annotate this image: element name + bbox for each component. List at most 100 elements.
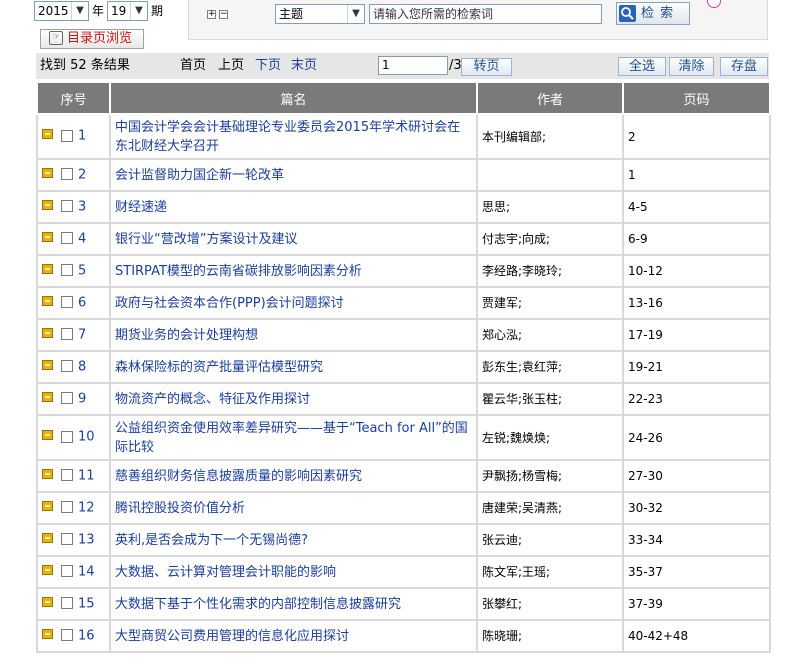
prev-page-link[interactable]: 上页 xyxy=(218,58,244,74)
page-number-input[interactable]: 1 xyxy=(378,56,448,75)
article-title-link[interactable]: STIRPAT模型的云南省碳排放影响因素分析 xyxy=(115,264,362,279)
article-title-link[interactable]: 慈善组织财务信息披露质量的影响因素研究 xyxy=(115,469,362,484)
last-page-link[interactable]: 末页 xyxy=(291,58,317,74)
book-icon[interactable] xyxy=(42,359,53,370)
row-number[interactable]: 6 xyxy=(78,295,86,310)
article-title-link[interactable]: 大数据下基于个性化需求的内部控制信息披露研究 xyxy=(115,597,401,612)
row-checkbox[interactable] xyxy=(61,264,73,277)
row-number[interactable]: 7 xyxy=(78,327,86,342)
row-number[interactable]: 12 xyxy=(78,500,95,515)
go-page-button[interactable]: 转页 xyxy=(461,58,512,76)
book-icon[interactable] xyxy=(42,199,53,210)
search-button[interactable]: 检 索 xyxy=(616,2,690,25)
book-icon[interactable] xyxy=(42,295,53,306)
row-checkbox[interactable] xyxy=(61,129,73,142)
row-number[interactable]: 4 xyxy=(78,231,86,246)
row-number[interactable]: 3 xyxy=(78,199,86,214)
book-icon[interactable] xyxy=(42,468,53,479)
row-number[interactable]: 9 xyxy=(78,391,86,406)
first-page-link[interactable]: 首页 xyxy=(180,58,206,74)
row-number-cell: 11 xyxy=(36,459,111,493)
book-icon[interactable] xyxy=(42,263,53,274)
row-number[interactable]: 10 xyxy=(78,430,95,445)
article-title-link[interactable]: 腾讯控股投资价值分析 xyxy=(115,501,245,516)
article-title-link[interactable]: 财经速递 xyxy=(115,200,167,215)
page-number-value: 1 xyxy=(382,58,390,72)
results-table: 序号 篇名 作者 页码 1 中国会计学会会计基础理论专业委员会2015年学术研讨会… xyxy=(36,81,771,653)
row-number[interactable]: 2 xyxy=(78,167,86,182)
next-page-link[interactable]: 下页 xyxy=(255,58,281,74)
title-cell: 政府与社会资本合作(PPP)会计问题探讨 xyxy=(109,286,478,320)
article-title-link[interactable]: 物流资产的概念、特征及作用探讨 xyxy=(115,392,310,407)
row-number[interactable]: 11 xyxy=(78,468,95,483)
row-checkbox[interactable] xyxy=(61,565,73,578)
row-number-cell: 1 xyxy=(36,113,111,160)
row-checkbox[interactable] xyxy=(61,168,73,181)
book-icon[interactable] xyxy=(42,628,53,639)
search-field-select[interactable]: 主题 ▼ xyxy=(275,4,365,24)
row-checkbox[interactable] xyxy=(61,232,73,245)
book-icon[interactable] xyxy=(42,532,53,543)
book-icon[interactable] xyxy=(42,596,53,607)
issue-select-value: 19 xyxy=(111,4,127,18)
row-checkbox[interactable] xyxy=(61,296,73,309)
title-cell: 银行业“营改增”方案设计及建议 xyxy=(109,222,478,256)
table-row: 14 大数据、云计算对管理会计职能的影响 陈文军;王瑶; 35-37 xyxy=(36,555,771,589)
row-checkbox[interactable] xyxy=(61,533,73,546)
article-title-link[interactable]: 会计监督助力国企新一轮改革 xyxy=(115,168,284,183)
row-checkbox[interactable] xyxy=(61,328,73,341)
row-checkbox[interactable] xyxy=(61,392,73,405)
article-title-link[interactable]: 期货业务的会计处理构想 xyxy=(115,328,258,343)
total-pages: /3 xyxy=(449,58,462,73)
row-number[interactable]: 15 xyxy=(78,596,95,611)
catalog-browse-button[interactable]: ☞ 目录页浏览 xyxy=(40,29,144,49)
select-all-button[interactable]: 全选 xyxy=(618,57,666,76)
row-checkbox[interactable] xyxy=(61,360,73,373)
article-title-link[interactable]: 大型商贸公司费用管理的信息化应用探讨 xyxy=(115,629,349,644)
article-title-link[interactable]: 银行业“营改增”方案设计及建议 xyxy=(115,232,297,247)
issue-select[interactable]: 19 ▼ xyxy=(107,1,148,21)
row-checkbox[interactable] xyxy=(61,501,73,514)
book-icon[interactable] xyxy=(42,564,53,575)
collapse-minus-icon[interactable]: − xyxy=(219,10,228,19)
row-number[interactable]: 5 xyxy=(78,263,86,278)
row-checkbox[interactable] xyxy=(61,629,73,642)
table-row: 12 腾讯控股投资价值分析 唐建荣;吴清燕; 30-32 xyxy=(36,491,771,525)
article-title-link[interactable]: 政府与社会资本合作(PPP)会计问题探讨 xyxy=(115,296,344,311)
row-number[interactable]: 16 xyxy=(78,628,95,643)
article-title-link[interactable]: 英利,是否会成为下一个无锡尚德? xyxy=(115,533,308,548)
year-select[interactable]: 2015 ▼ xyxy=(34,1,89,21)
row-number-cell: 9 xyxy=(36,382,111,416)
save-button[interactable]: 存盘 xyxy=(720,57,768,76)
article-title-link[interactable]: 中国会计学会会计基础理论专业委员会2015年学术研讨会在东北财经大学召开 xyxy=(115,120,460,154)
article-title-link[interactable]: 森林保险标的资产批量评估模型研究 xyxy=(115,360,323,375)
table-row: 2 会计监督助力国企新一轮改革 1 xyxy=(36,158,771,192)
book-icon[interactable] xyxy=(42,500,53,511)
result-count: 52 xyxy=(70,58,87,73)
pages-cell: 6-9 xyxy=(622,222,771,256)
result-prefix: 找到 xyxy=(40,58,67,73)
book-icon[interactable] xyxy=(42,167,53,178)
year-select-value: 2015 xyxy=(38,4,69,18)
clear-button[interactable]: 清除 xyxy=(669,57,714,76)
book-icon[interactable] xyxy=(42,327,53,338)
row-number[interactable]: 1 xyxy=(78,129,86,144)
row-checkbox[interactable] xyxy=(61,469,73,482)
article-title-link[interactable]: 大数据、云计算对管理会计职能的影响 xyxy=(115,565,336,580)
search-input[interactable]: 请输入您所需的检索词 xyxy=(369,4,602,24)
book-icon[interactable] xyxy=(42,129,53,140)
row-number[interactable]: 8 xyxy=(78,359,86,374)
title-cell: 大数据下基于个性化需求的内部控制信息披露研究 xyxy=(109,587,478,621)
book-icon[interactable] xyxy=(42,391,53,402)
row-number[interactable]: 13 xyxy=(78,532,95,547)
result-toolbar: 找到 52 条结果 首页 上页 下页 末页 1 /3 转页 全选 清除 存盘 xyxy=(36,53,769,79)
row-checkbox[interactable] xyxy=(61,597,73,610)
book-icon[interactable] xyxy=(42,231,53,242)
author-cell: 唐建荣;吴清燕; xyxy=(476,491,624,525)
row-checkbox[interactable] xyxy=(61,430,73,443)
row-checkbox[interactable] xyxy=(61,200,73,213)
expand-plus-icon[interactable]: + xyxy=(207,10,216,19)
row-number[interactable]: 14 xyxy=(78,564,95,579)
book-icon[interactable] xyxy=(42,430,53,441)
article-title-link[interactable]: 公益组织资金使用效率差异研究——基于“Teach for All”的国际比较 xyxy=(115,421,468,455)
